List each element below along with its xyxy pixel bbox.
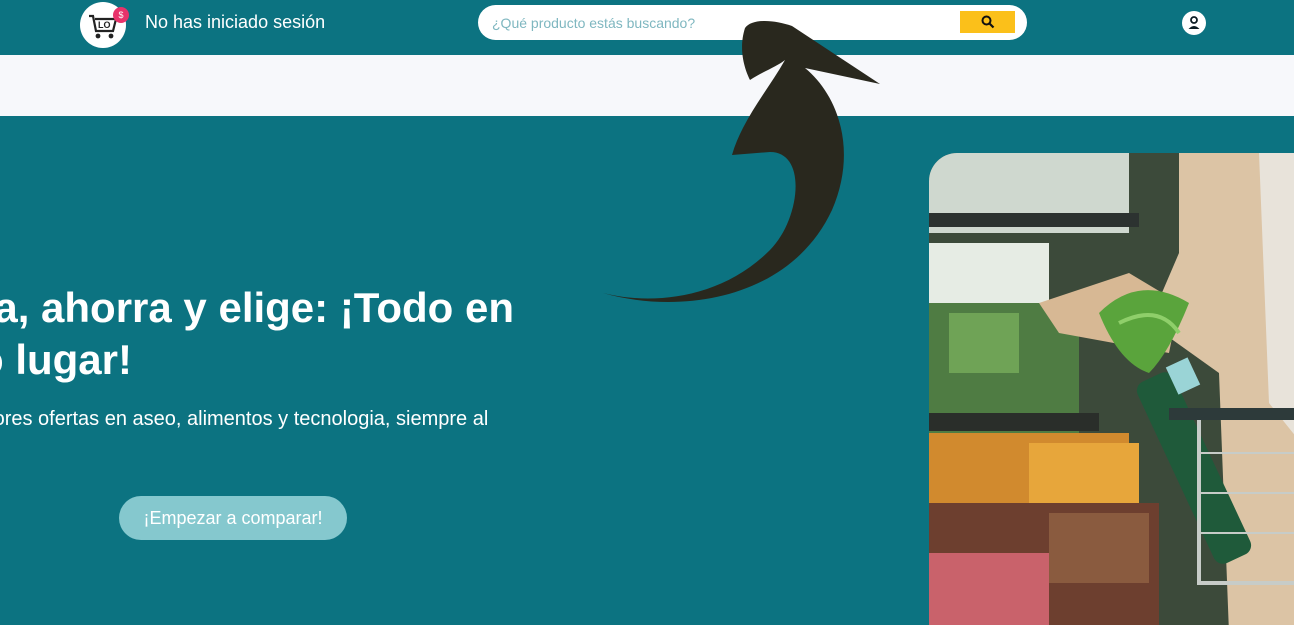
annotation-arrow <box>603 21 880 302</box>
